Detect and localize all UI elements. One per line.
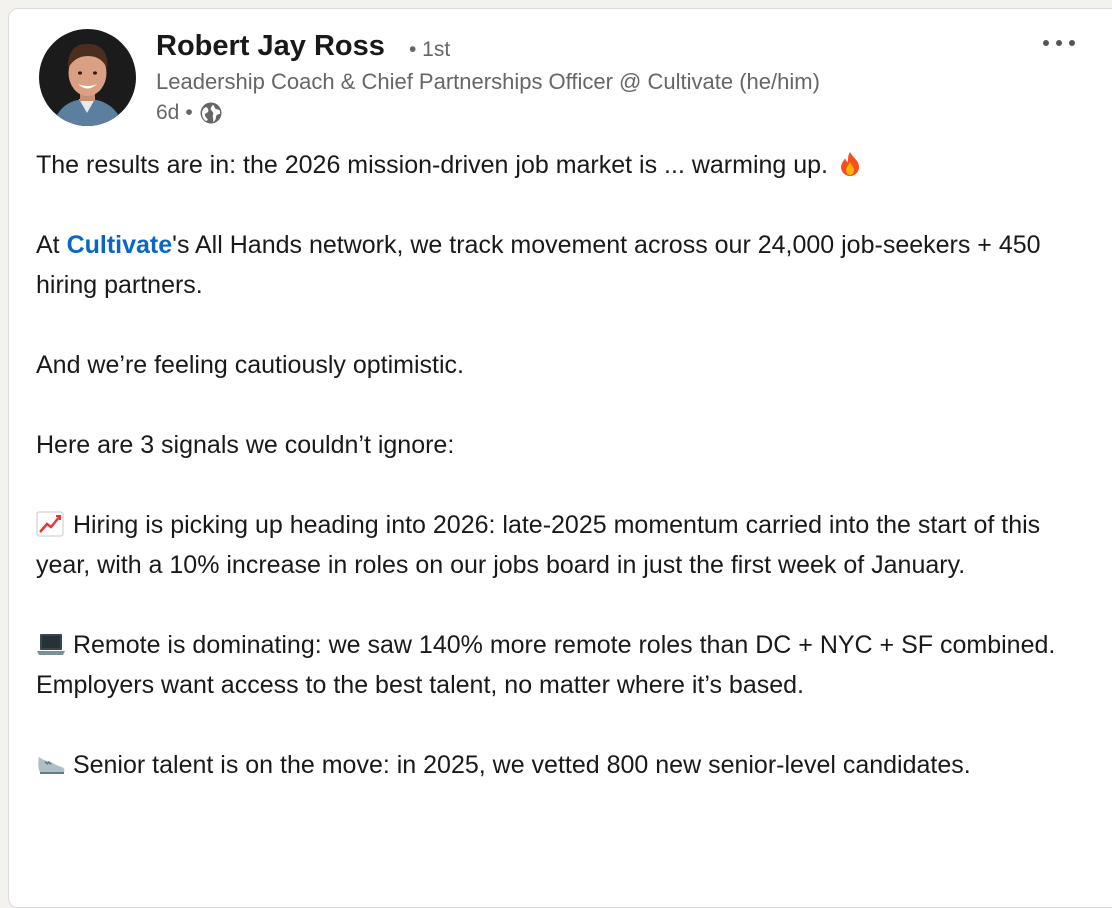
post-paragraph: Senior talent is on the move: in 2025, w…: [36, 745, 1098, 785]
more-options-button[interactable]: [1039, 29, 1079, 57]
author-headline: Leadership Coach & Chief Partnerships Of…: [156, 69, 820, 94]
post-text: The results are in: the 2026 mission-dri…: [36, 151, 829, 179]
post-text: 's All Hands network, we track movement …: [36, 231, 1041, 299]
sneaker-icon: [36, 751, 66, 777]
connection-degree: • 1st: [409, 38, 451, 61]
post-text: Hiring is picking up heading into 2026: …: [36, 511, 1041, 579]
company-mention-link[interactable]: Cultivate: [67, 231, 173, 259]
post-paragraph: Hiring is picking up heading into 2026: …: [36, 505, 1098, 585]
post-body: The results are in: the 2026 mission-dri…: [36, 145, 1098, 825]
more-options-icon: [1043, 40, 1075, 46]
post-text: Remote is dominating: we saw 140% more r…: [36, 631, 1056, 699]
meta-separator: •: [185, 101, 193, 124]
globe-icon: [199, 101, 223, 125]
laptop-icon: [36, 631, 66, 657]
fire-icon: [835, 151, 865, 177]
post-text: Senior talent is on the move: in 2025, w…: [72, 751, 971, 779]
post-paragraph: And we’re feeling cautiously optimistic.: [36, 351, 464, 379]
post-meta: 6d •: [156, 101, 223, 125]
post-card: Robert Jay Ross • 1st Leadership Coach &…: [8, 8, 1112, 908]
post-paragraph: The results are in: the 2026 mission-dri…: [36, 145, 1098, 185]
chart-increasing-icon: [36, 511, 66, 537]
post-time[interactable]: 6d: [156, 101, 179, 125]
post-paragraph: At Cultivate's All Hands network, we tra…: [36, 225, 1098, 305]
post-text: At: [36, 231, 67, 259]
post-paragraph: Remote is dominating: we saw 140% more r…: [36, 625, 1098, 705]
post-paragraph: Here are 3 signals we couldn’t ignore:: [36, 431, 455, 459]
author-avatar[interactable]: [39, 29, 136, 126]
author-name[interactable]: Robert Jay Ross: [156, 30, 385, 63]
